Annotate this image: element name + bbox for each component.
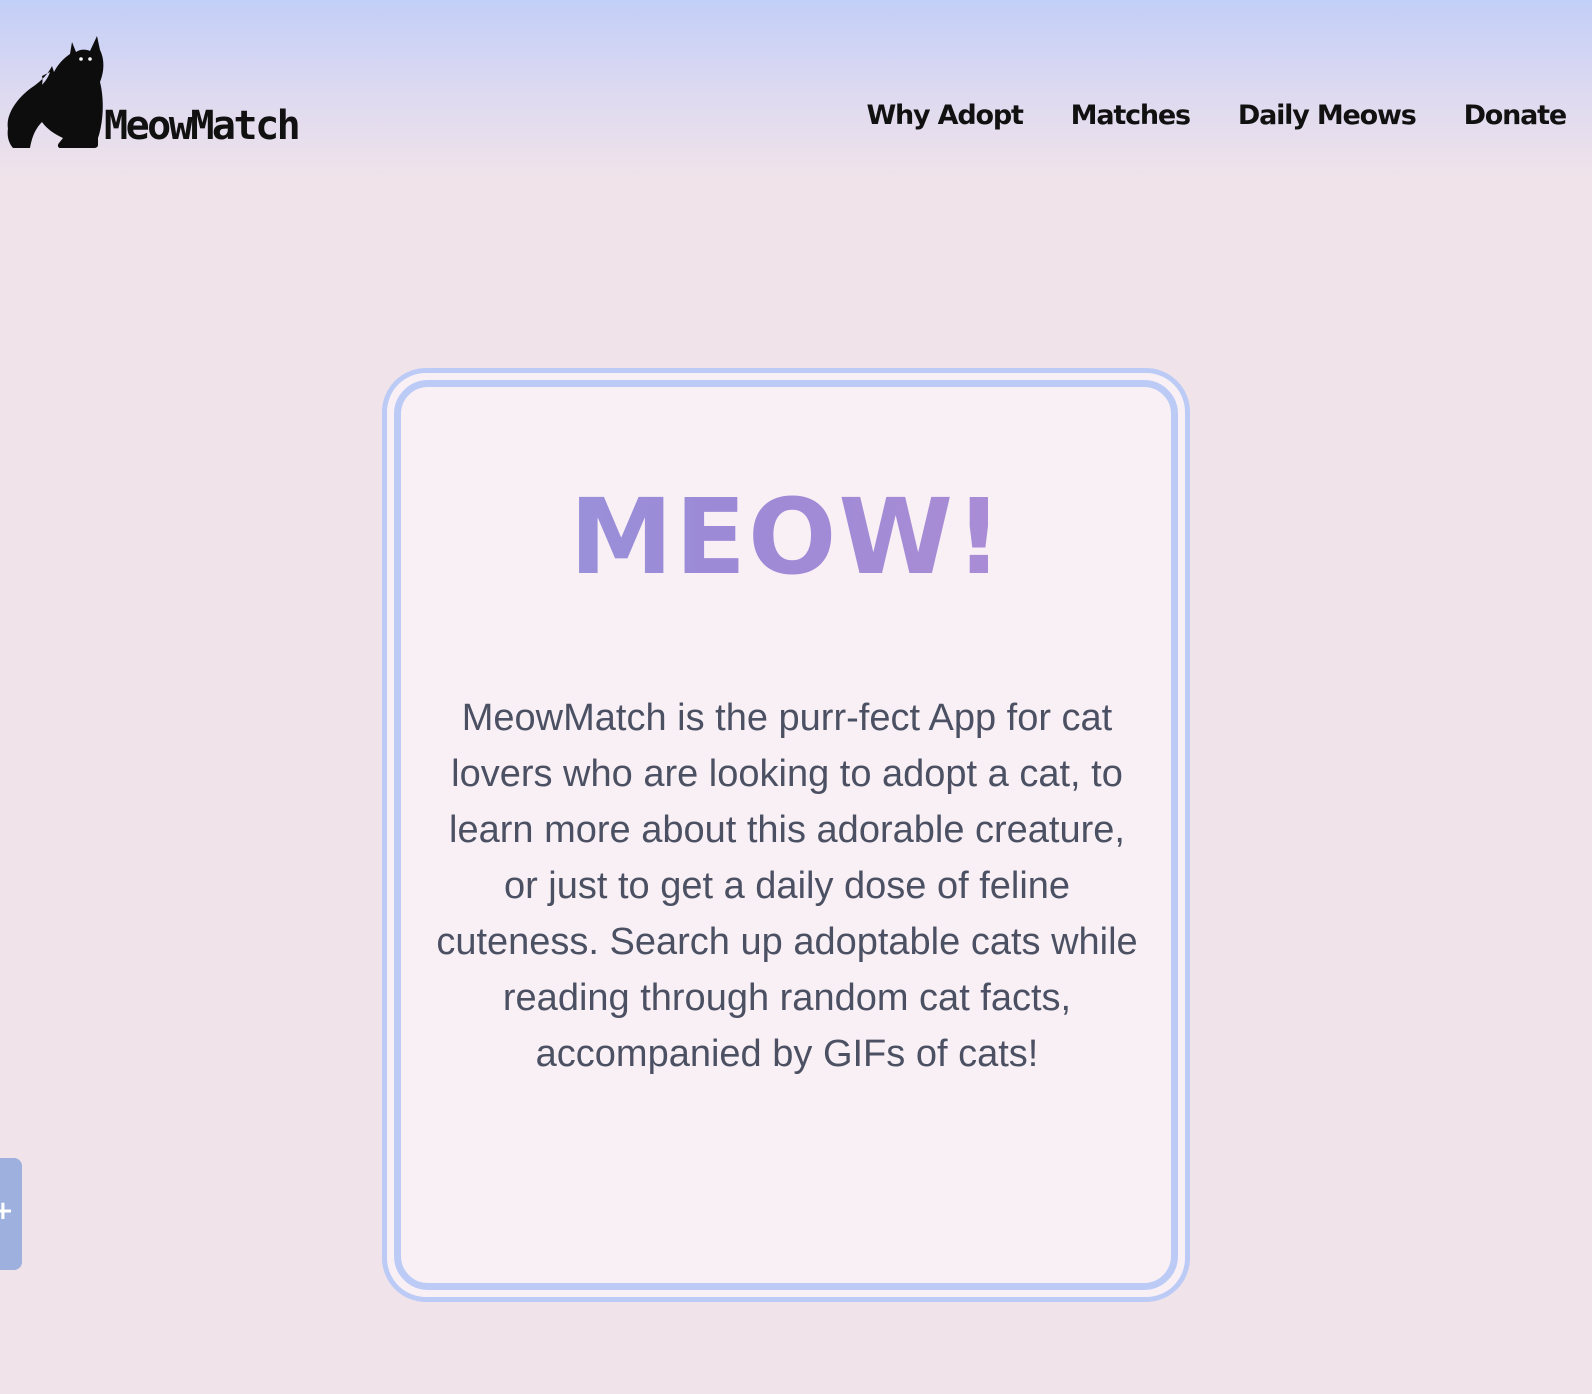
nav-link-matches[interactable]: Matches <box>1071 100 1191 132</box>
nav-link-donate[interactable]: Donate <box>1464 100 1568 132</box>
hero-description: MeowMatch is the purr-fect App for cat l… <box>436 697 1138 1075</box>
side-tab-button[interactable]: + <box>0 1158 22 1270</box>
nav-link-daily-meows[interactable]: Daily Meows <box>1238 100 1417 132</box>
main-nav: Why Adopt Matches Daily Meows Donate <box>866 100 1568 132</box>
plus-icon: + <box>0 1196 14 1226</box>
nav-link-why-adopt[interactable]: Why Adopt <box>866 100 1023 132</box>
site-header: MeowMatch Why Adopt Matches Daily Meows … <box>0 0 1592 180</box>
brand-name: MeowMatch <box>104 103 301 149</box>
hero-headline: MEOW! <box>0 477 1574 598</box>
cat-silhouette-icon <box>7 36 104 148</box>
brand-logo[interactable]: MeowMatch <box>0 28 301 149</box>
